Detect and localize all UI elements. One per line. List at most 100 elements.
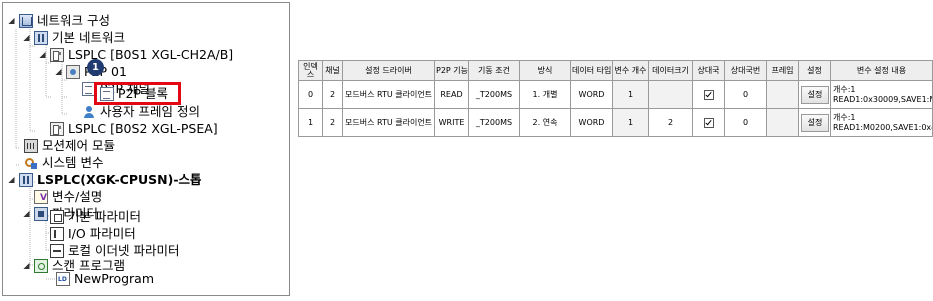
cell-peer[interactable] [692, 108, 725, 137]
cell-channel[interactable]: 2 [322, 80, 343, 109]
setting-button[interactable]: 설정 [801, 85, 829, 104]
column-header-channel[interactable]: 채널 [322, 60, 343, 81]
column-header-data-size[interactable]: 데이터크기 [648, 60, 693, 81]
tree-node-variables[interactable]: 변수/설명 [34, 188, 102, 205]
tree-node-new-program[interactable]: NewProgram [56, 270, 154, 287]
cell-function[interactable]: WRITE [434, 108, 469, 137]
var-content-mapping: READ1:M0200,SAVE1:0x40004 [833, 122, 932, 132]
tree-node-basic-network[interactable]: ◢ 기본 네트워크 [22, 29, 125, 46]
collapse-toggle-icon[interactable]: ◢ [54, 63, 63, 80]
cell-peer[interactable] [692, 80, 725, 109]
cell-function[interactable]: READ [434, 80, 469, 109]
var-content-mapping: READ1:0x30009,SAVE1:M0100 [833, 94, 932, 104]
column-header-condition[interactable]: 기동 조건 [468, 60, 520, 81]
user-icon [82, 105, 96, 119]
basic-parameter-icon [50, 209, 64, 224]
table-row[interactable]: 0 2 모드버스 RTU 클라이언트 READ _T200MS 1. 개별 WO… [298, 80, 933, 109]
plc-module-icon [50, 121, 64, 136]
callout-badge: 1 [87, 59, 104, 76]
cell-setting: 설정 [798, 108, 831, 137]
collapse-toggle-icon[interactable]: ◢ [22, 29, 31, 46]
tree-node-label: I/O 파라미터 [68, 226, 136, 241]
subnet-icon [34, 30, 48, 45]
tree-node-basic-parameter[interactable]: 기본 파라미터 [50, 208, 141, 225]
tree-node-io-parameter[interactable]: I/O 파라미터 [50, 225, 136, 242]
column-header-index[interactable]: 인덱스 [298, 60, 323, 81]
collapse-toggle-icon[interactable]: ◢ [22, 205, 31, 222]
project-tree-panel: ◢ 네트워크 구성 ◢ 기본 네트워크 ◢ LSPLC [B0S1 XGL-CH… [2, 2, 290, 296]
ld-program-icon [56, 271, 70, 286]
tree-node-label: 기본 네트워크 [52, 30, 125, 45]
column-header-var-count[interactable]: 변수 개수 [612, 60, 649, 81]
ethernet-parameter-icon [50, 243, 64, 258]
highlight-box [94, 82, 181, 105]
variable-icon [34, 189, 48, 204]
tree-node-lsplc-ch2a[interactable]: ◢ LSPLC [B0S1 XGL-CH2A/B] [38, 46, 233, 63]
cell-frame[interactable] [766, 108, 799, 137]
tree-node-system-variable[interactable]: 시스템 변수 [24, 154, 103, 171]
cell-frame[interactable] [766, 80, 799, 109]
tree-node-motion-module[interactable]: 모션제어 모듈 [24, 137, 115, 154]
table-row[interactable]: 1 2 모드버스 RTU 클라이언트 WRITE _T200MS 2. 연속 W… [298, 108, 933, 137]
tree-node-label: LSPLC [B0S2 XGL-PSEA] [68, 121, 218, 136]
cell-var-content: 개수:1READ1:M0200,SAVE1:0x40004 [830, 108, 933, 137]
column-header-data-type[interactable]: 데이터 타입 [570, 60, 613, 81]
table-header-row: 인덱스 채널 설정 드라이버 P2P 기능 기동 조건 방식 데이터 타입 변수… [298, 60, 933, 81]
tree-node-lsplc-psea[interactable]: LSPLC [B0S2 XGL-PSEA] [50, 120, 218, 137]
tree-node-cpu[interactable]: ◢ LSPLC(XGK-CPUSN)-스톱 [7, 171, 202, 188]
tree-node-label: 시스템 변수 [42, 155, 104, 170]
system-variable-icon [24, 156, 38, 170]
column-header-setting[interactable]: 설정 [798, 60, 831, 81]
peer-checkbox[interactable] [703, 117, 714, 128]
var-content-count: 개수:1 [833, 84, 856, 94]
tree-node-label: NewProgram [74, 271, 155, 286]
column-header-function[interactable]: P2P 기능 [434, 60, 469, 81]
cell-channel[interactable]: 2 [322, 108, 343, 137]
column-header-method[interactable]: 방식 [519, 60, 571, 81]
tree-node-user-frame[interactable]: 사용자 프레임 정의 [82, 103, 200, 120]
cell-data-type[interactable]: WORD [570, 80, 613, 109]
cell-method[interactable]: 1. 개별 [519, 80, 571, 109]
tree-node-label: 네트워크 구성 [37, 13, 110, 28]
tree-node-label: 기본 파라미터 [68, 209, 141, 224]
collapse-toggle-icon[interactable]: ◢ [38, 46, 47, 63]
cell-driver[interactable]: 모드버스 RTU 클라이언트 [342, 108, 435, 137]
column-header-peer-number[interactable]: 상대국번 [724, 60, 767, 81]
p2p-block-table: 인덱스 채널 설정 드라이버 P2P 기능 기동 조건 방식 데이터 타입 변수… [298, 60, 933, 137]
cell-var-count[interactable]: 1 [612, 108, 649, 137]
column-header-driver[interactable]: 설정 드라이버 [342, 60, 435, 81]
motion-module-icon [24, 138, 38, 153]
parameter-icon [34, 206, 48, 221]
column-header-var-content[interactable]: 변수 설정 내용 [830, 60, 933, 81]
column-header-peer[interactable]: 상대국 [692, 60, 725, 81]
cell-method[interactable]: 2. 연속 [519, 108, 571, 137]
cell-index[interactable]: 1 [298, 108, 323, 137]
tree-node-label: 변수/설명 [52, 189, 103, 204]
cell-index[interactable]: 0 [298, 80, 323, 109]
tree-node-label: LSPLC(XGK-CPUSN)-스톱 [37, 172, 202, 187]
collapse-toggle-icon[interactable]: ◢ [22, 257, 31, 274]
p2p-icon [66, 64, 80, 79]
cell-peer-number[interactable]: 0 [724, 80, 767, 109]
collapse-toggle-icon[interactable]: ◢ [7, 171, 16, 188]
scan-program-icon [34, 258, 48, 273]
collapse-toggle-icon[interactable]: ◢ [7, 12, 16, 29]
cell-var-count[interactable]: 1 [612, 80, 649, 109]
column-header-frame[interactable]: 프레임 [766, 60, 799, 81]
plc-module-icon [50, 47, 64, 62]
setting-button[interactable]: 설정 [801, 113, 829, 132]
cell-condition[interactable]: _T200MS [468, 108, 520, 137]
cell-var-content: 개수:1READ1:0x30009,SAVE1:M0100 [830, 80, 933, 109]
cell-condition[interactable]: _T200MS [468, 80, 520, 109]
cpu-icon [19, 172, 33, 187]
tree-node-network-config[interactable]: ◢ 네트워크 구성 [7, 12, 110, 29]
cell-data-type[interactable]: WORD [570, 108, 613, 137]
io-parameter-icon [50, 226, 64, 241]
peer-checkbox[interactable] [703, 89, 714, 100]
cell-data-size[interactable]: 2 [648, 108, 693, 137]
cell-driver[interactable]: 모드버스 RTU 클라이언트 [342, 80, 435, 109]
cell-data-size[interactable] [648, 80, 693, 109]
cell-peer-number[interactable]: 0 [724, 108, 767, 137]
network-icon [19, 13, 33, 28]
tree-node-label: 사용자 프레임 정의 [100, 104, 200, 119]
